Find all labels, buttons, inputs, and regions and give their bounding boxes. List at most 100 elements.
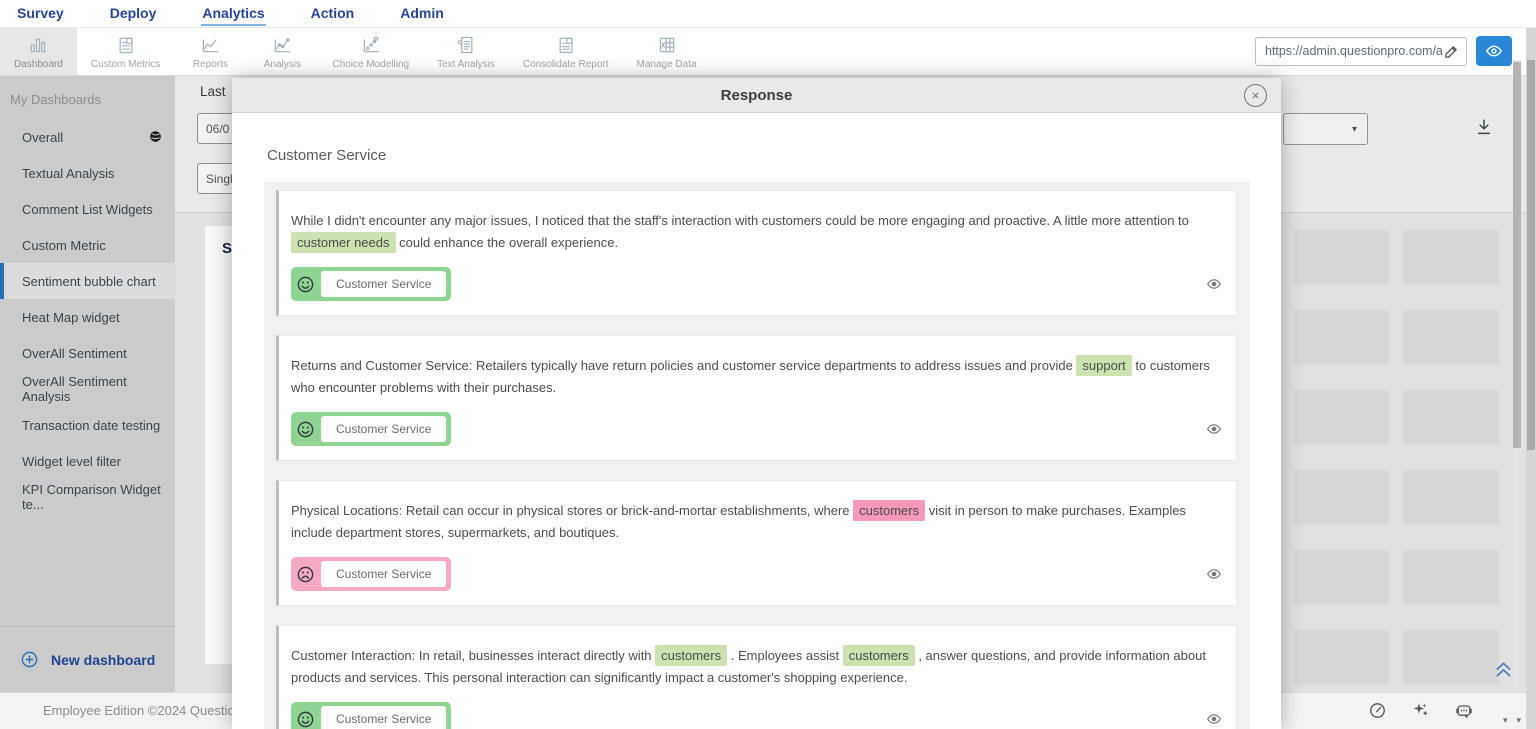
toolbar-right: https://admin.questionpro.com/a/co: [1255, 36, 1512, 66]
toolbar-item-label: Consolidate Report: [522, 59, 609, 70]
analytics-toolbar: Dashboard Custom Metrics Reports Analysis Ch…: [0, 28, 1536, 76]
sidebar-item-label: OverAll Sentiment Analysis: [22, 374, 127, 404]
nav-item-deploy[interactable]: Deploy: [109, 2, 158, 26]
widget-placeholder: [1293, 550, 1389, 605]
sentiment-badge-label: Customer Service: [321, 706, 447, 729]
highlighted-term: customers: [655, 645, 728, 666]
modal-section-title: Customer Service: [267, 147, 387, 164]
response-text-segment: While I didn't encounter any major issue…: [291, 213, 1189, 228]
sidebar-item-label: Heat Map widget: [22, 309, 120, 325]
nav-item-action[interactable]: Action: [310, 2, 356, 26]
widget-placeholder: [1403, 630, 1499, 685]
sidebar-item-label: Comment List Widgets: [22, 201, 153, 217]
nav-item-survey[interactable]: Survey: [16, 2, 65, 26]
toolbar-item-consolidate-report[interactable]: Consolidate Report: [509, 28, 623, 75]
globe-icon: [148, 129, 163, 147]
sidebar-item-widget-level-filter[interactable]: Widget level filter: [0, 443, 175, 479]
view-response-icon[interactable]: [1206, 276, 1222, 292]
nav-item-admin[interactable]: Admin: [399, 2, 445, 26]
smiley-face-icon: [296, 710, 315, 729]
response-card-footer: Customer Service: [279, 689, 1236, 729]
widget-placeholder-grid: [1293, 230, 1499, 685]
toolbar-item-label: Manage Data: [636, 59, 697, 70]
response-text: While I didn't encounter any major issue…: [279, 191, 1236, 254]
window-scrollbar-thumb[interactable]: [1527, 60, 1535, 450]
pencil-icon[interactable]: [1443, 43, 1460, 60]
plus-circle-icon: [20, 650, 39, 669]
window-scrollbar[interactable]: [1526, 28, 1536, 729]
sentiment-badge: Customer Service: [291, 702, 452, 729]
chatbot-icon[interactable]: [1454, 701, 1474, 721]
sad-face-icon: [296, 565, 315, 584]
toolbar-item-analysis[interactable]: Analysis: [246, 28, 318, 75]
download-icon[interactable]: [1475, 118, 1493, 141]
sentiment-badge: Customer Service: [291, 267, 452, 301]
sidebar-item-sentiment-bubble-chart[interactable]: Sentiment bubble chart: [0, 263, 175, 299]
smiley-face-icon: [296, 275, 315, 294]
widget-placeholder: [1403, 550, 1499, 605]
choice-modelling-icon: [361, 34, 381, 56]
view-response-icon[interactable]: [1206, 421, 1222, 437]
view-response-icon[interactable]: [1206, 711, 1222, 727]
response-card-footer: Customer Service: [279, 254, 1236, 315]
sentiment-badge: Customer Service: [291, 557, 452, 591]
preview-button[interactable]: [1476, 36, 1512, 66]
gauge-icon[interactable]: [1368, 701, 1387, 721]
toolbar-item-choice-modelling[interactable]: Choice Modelling: [318, 28, 423, 75]
sidebar-item-custom-metric[interactable]: Custom Metric: [0, 227, 175, 263]
response-cards-list: While I didn't encounter any major issue…: [264, 182, 1250, 729]
dashboards-sidebar: My Dashboards Overall Textual Analysis Com…: [0, 76, 175, 692]
top-nav: Survey Deploy Analytics Action Admin: [0, 0, 1536, 28]
custom-metrics-icon: [116, 34, 136, 56]
response-text-segment: Physical Locations: Retail can occur in …: [291, 503, 854, 518]
text-analysis-icon: [456, 34, 476, 56]
sidebar-item-overall-sentiment[interactable]: OverAll Sentiment: [0, 335, 175, 371]
footer-icons: [1368, 701, 1474, 721]
response-text-segment: could enhance the overall experience.: [395, 235, 619, 250]
response-modal-header: Response: [232, 78, 1281, 113]
widget-placeholder: [1403, 470, 1499, 525]
dashboard-bars-icon: [28, 34, 48, 56]
sparkles-icon[interactable]: [1411, 701, 1430, 721]
toolbar-item-label: Reports: [192, 59, 228, 70]
widget-placeholder: [1403, 230, 1499, 285]
close-icon[interactable]: [1244, 84, 1267, 107]
toolbar-item-dashboard[interactable]: Dashboard: [0, 28, 77, 75]
edition-text: Employee Edition ©2024 QuestionPro: [43, 703, 263, 718]
sidebar-item-textual-analysis[interactable]: Textual Analysis: [0, 155, 175, 191]
sentiment-badge-label: Customer Service: [321, 561, 447, 587]
sidebar-item-overall-sentiment-analysis[interactable]: OverAll Sentiment Analysis: [0, 371, 175, 407]
toolbar-item-text-analysis[interactable]: Text Analysis: [423, 28, 509, 75]
sidebar-item-label: Transaction date testing: [22, 417, 161, 433]
consolidate-report-icon: [556, 34, 576, 56]
toolbar-item-reports[interactable]: Reports: [174, 28, 246, 75]
toolbar-item-manage-data[interactable]: Manage Data: [623, 28, 711, 75]
app-window: Survey Deploy Analytics Action Admin Dashboa…: [0, 0, 1536, 729]
double-chevron-up-icon[interactable]: [1493, 659, 1514, 685]
top-nav-items: Survey Deploy Analytics Action Admin: [16, 2, 489, 26]
highlighted-term: customers: [853, 500, 926, 521]
widget-dropdown[interactable]: ▾: [1283, 113, 1368, 145]
dashboard-url-field[interactable]: https://admin.questionpro.com/a/co: [1255, 36, 1467, 66]
reports-line-chart-icon: [200, 34, 220, 56]
period-label: Last: [200, 84, 226, 99]
sidebar-item-overall[interactable]: Overall: [0, 119, 175, 155]
sidebar-item-kpi-comparison-widget-te[interactable]: KPI Comparison Widget te...: [0, 479, 175, 515]
highlighted-term: customer needs: [291, 232, 396, 253]
toolbar-item-custom-metrics[interactable]: Custom Metrics: [77, 28, 174, 75]
analysis-scatter-icon: [272, 34, 292, 56]
content-scrollbar-thumb[interactable]: [1513, 62, 1521, 448]
content-scrollbar[interactable]: [1513, 60, 1521, 692]
view-response-icon[interactable]: [1206, 566, 1222, 582]
highlighted-term: customers: [842, 645, 915, 666]
sidebar-item-heat-map-widget[interactable]: Heat Map widget: [0, 299, 175, 335]
sidebar-item-label: OverAll Sentiment: [22, 345, 127, 361]
new-dashboard-button[interactable]: New dashboard: [0, 626, 175, 692]
sentiment-badge-label: Customer Service: [321, 271, 447, 297]
response-card: Customer Interaction: In retail, busines…: [276, 625, 1237, 729]
toolbar-item-label: Dashboard: [14, 59, 63, 70]
sidebar-item-comment-list-widgets[interactable]: Comment List Widgets: [0, 191, 175, 227]
sidebar-item-transaction-date-testing[interactable]: Transaction date testing: [0, 407, 175, 443]
nav-item-analytics[interactable]: Analytics: [201, 2, 266, 26]
response-text-segment: Returns and Customer Service: Retailers …: [291, 358, 1077, 373]
